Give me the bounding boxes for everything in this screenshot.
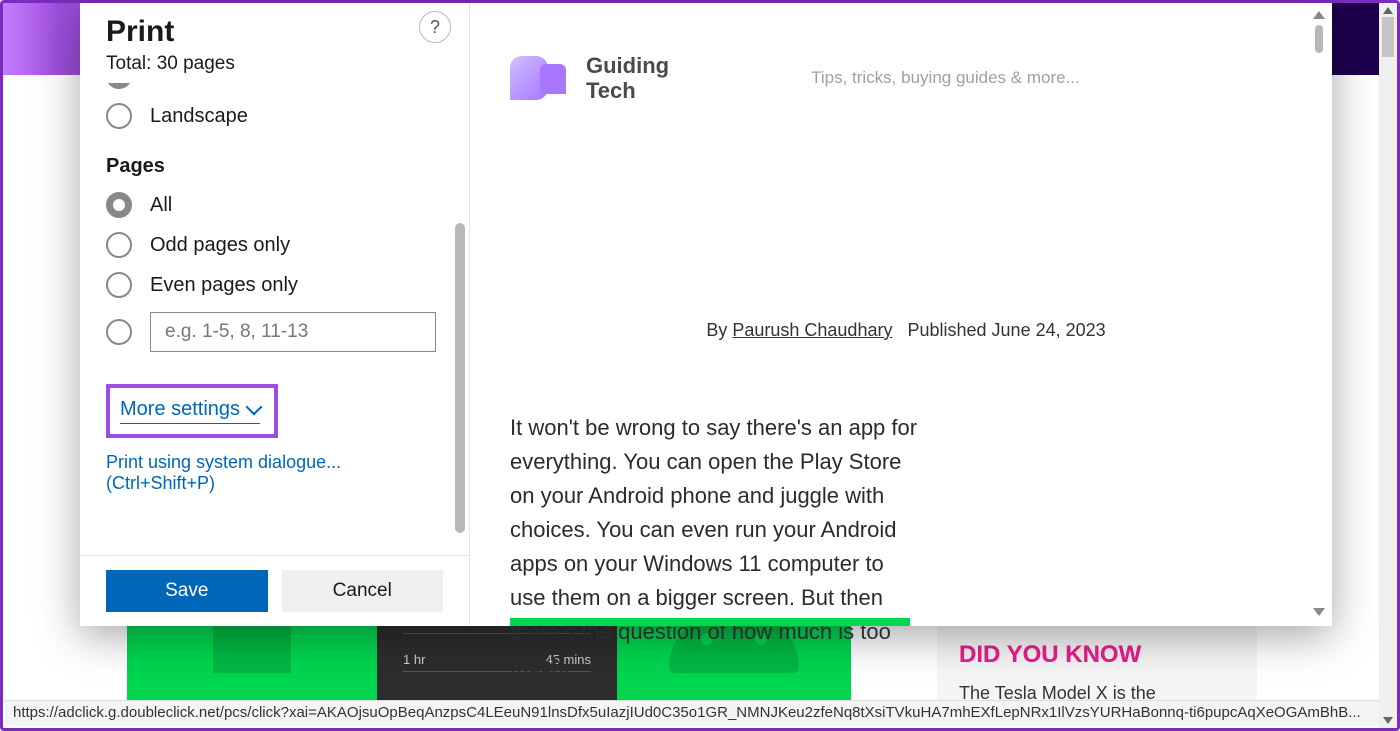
orientation-portrait-row[interactable]: Portrait [106,83,443,89]
scroll-up-icon [1383,7,1393,14]
article-body: It won't be wrong to say there's an app … [510,411,920,684]
radio-icon [106,83,132,89]
print-preview-panel: Guiding Tech Tips, tricks, buying guides… [470,3,1332,626]
scroll-thumb[interactable] [1315,25,1323,53]
radio-icon [106,272,132,298]
print-settings-panel: ? Print Total: 30 pages Portrait Landsca… [80,3,470,626]
article-hero-strip [510,618,910,626]
page-range-input[interactable] [150,312,436,352]
print-header: Print Total: 30 pages [80,3,469,83]
published-date: Published June 24, 2023 [907,320,1105,340]
print-title: Print [106,15,443,49]
radio-icon [106,319,132,345]
preview-scrollbar[interactable] [1312,11,1326,616]
logo-line2: Tech [586,78,669,103]
help-button[interactable]: ? [419,11,451,43]
logo-icon [510,56,572,100]
pages-even-row[interactable]: Even pages only [106,272,443,298]
site-header: Guiding Tech Tips, tricks, buying guides… [510,53,1302,104]
pages-all-row[interactable]: All [106,192,443,218]
radio-icon [106,103,132,129]
more-settings-link[interactable]: More settings [120,398,260,424]
pages-odd-row[interactable]: Odd pages only [106,232,443,258]
radio-icon [106,192,132,218]
print-dialog: ? Print Total: 30 pages Portrait Landsca… [80,3,1332,626]
pages-even-label: Even pages only [150,274,298,297]
article-byline: By Paurush Chaudhary Published June 24, … [510,320,1302,341]
scroll-thumb[interactable] [1382,17,1394,57]
scroll-down-icon [1383,717,1393,724]
help-icon: ? [430,17,440,38]
chevron-down-icon [246,398,263,415]
stat-cell: 1 hr [403,652,425,667]
pages-all-label: All [150,194,172,217]
logo-text: Guiding Tech [586,53,669,104]
more-settings-highlight: More settings [106,384,278,438]
system-dialog-link[interactable]: Print using system dialogue... (Ctrl+Shi… [106,452,443,494]
more-settings-label: More settings [120,398,240,421]
author-link[interactable]: Paurush Chaudhary [732,320,892,340]
print-footer: Save Cancel [80,555,469,626]
pages-range-row[interactable] [106,312,443,352]
search-placeholder: Tips, tricks, buying guides & more... [811,68,1080,88]
logo-line1: Guiding [586,53,669,78]
scroll-up-icon [1313,11,1325,19]
save-button[interactable]: Save [106,570,268,612]
cancel-button[interactable]: Cancel [282,570,444,612]
status-bar-url: https://adclick.g.doubleclick.net/pcs/cl… [5,700,1379,726]
scroll-down-icon [1313,608,1325,616]
print-settings-body: Portrait Landscape Pages All Odd pages o… [80,83,469,555]
pages-section-title: Pages [106,155,443,178]
by-prefix: By [706,320,732,340]
orientation-landscape-label: Landscape [150,105,248,128]
print-total-pages: Total: 30 pages [106,53,443,75]
page-scrollbar[interactable] [1379,3,1397,728]
orientation-landscape-row[interactable]: Landscape [106,103,443,129]
pages-odd-label: Odd pages only [150,234,290,257]
radio-icon [106,232,132,258]
settings-scrollbar-thumb[interactable] [455,223,465,533]
did-you-know-title: DID YOU KNOW [959,641,1235,669]
